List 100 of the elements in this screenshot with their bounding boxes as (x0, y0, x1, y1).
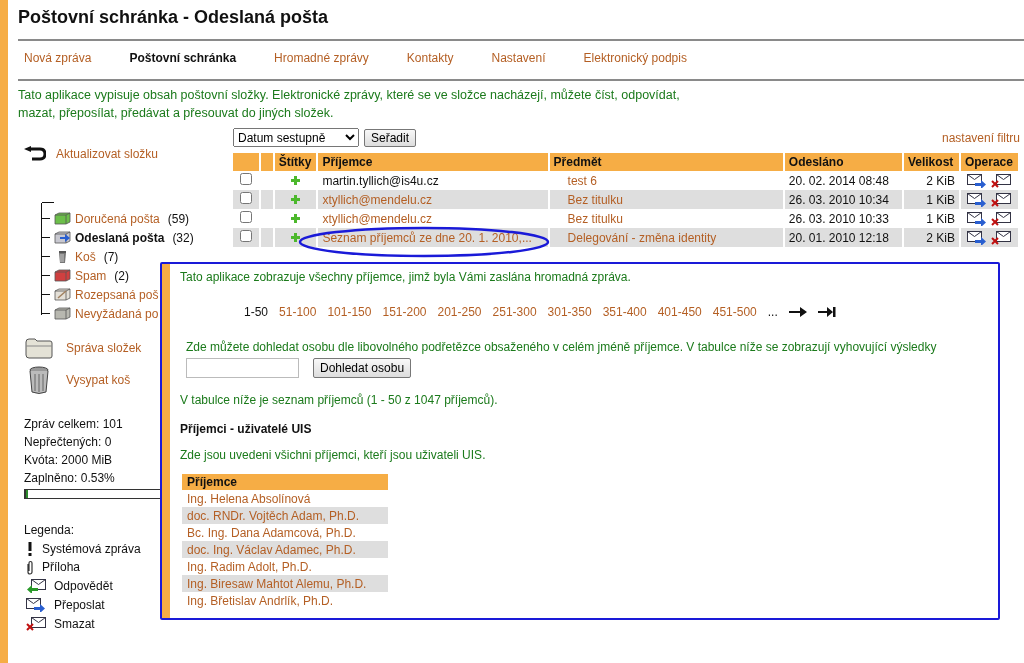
size-cell-text: 2 KiB (925, 172, 956, 190)
nav-link[interactable]: Hromadné zprávy (274, 51, 369, 65)
delete-envelope-icon[interactable] (991, 211, 1012, 226)
legend-label: Systémová zpráva (42, 540, 141, 558)
summary-text: V tabulce níže je seznam příjemců (1 - 50 z 1047 příjemců). (180, 393, 499, 407)
recipient-link[interactable]: Ing. Břetislav Andrlík, Ph.D. (182, 592, 388, 609)
folder-link[interactable]: Odeslaná pošta (75, 230, 165, 245)
folder-icon (24, 337, 54, 359)
legend-label: Smazat (54, 615, 95, 633)
sent-box-icon (54, 231, 71, 244)
search-button[interactable]: Dohledat osobu (313, 358, 412, 378)
nav-link[interactable]: Kontakty (406, 51, 454, 65)
delete-envelope-icon[interactable] (991, 173, 1012, 188)
page-link[interactable]: 101-150 (327, 305, 372, 319)
row-checkbox[interactable] (240, 211, 253, 223)
stat-text: Nepřečtených: 0 (24, 434, 112, 451)
forward-envelope-icon[interactable] (26, 598, 46, 613)
nav-link[interactable]: Elektronický podpis (583, 51, 687, 65)
size-cell: 1 KiB (903, 190, 959, 209)
stat-text: Zpráv celkem: 101 (24, 416, 123, 433)
search-hint: Zde můžete dohledat osobu dle libovolného podřetězce obsaženého v celém jméně příjemce. V tabulce níže se zobrazují vyhovující výsledky (186, 340, 938, 354)
stat-text: Kvóta: 2000 MiB (24, 452, 113, 469)
delete-envelope-icon[interactable] (991, 230, 1012, 245)
recipient-cell-text: martin.tyllich@is4u.cz (321, 172, 440, 190)
folder-link[interactable]: Spam (75, 268, 107, 283)
column-header: Operace (960, 153, 1018, 171)
nav-link[interactable]: Nastavení (491, 51, 546, 65)
page-link[interactable]: 151-200 (382, 305, 427, 319)
drafts-box-icon (54, 288, 71, 301)
page-link[interactable]: 201-250 (437, 305, 482, 319)
pager-ellipsis: ... (767, 305, 778, 319)
recipient-link[interactable]: Ing. Helena Absolínová (182, 490, 388, 507)
exclamation-icon (26, 542, 34, 557)
junk-box-icon (54, 307, 71, 320)
legend-label: Přeposlat (54, 596, 105, 614)
recipient-link[interactable]: Ing. Radim Adolt, Ph.D. (182, 558, 388, 575)
row-checkbox[interactable] (240, 230, 253, 242)
page-link[interactable]: 351-400 (602, 305, 647, 319)
subject-link[interactable]: test 6 (549, 171, 783, 190)
paperclip-icon (26, 560, 34, 576)
plus-icon[interactable] (291, 232, 301, 242)
page-link[interactable]: 301-350 (547, 305, 592, 319)
delete-envelope-icon[interactable] (26, 616, 46, 631)
folder-link[interactable]: Nevyžádaná po (75, 306, 159, 321)
section-note: Zde jsou uvedeni všichni příjemci, kteří jsou uživateli UIS. (180, 448, 487, 462)
recipient-link[interactable]: doc. RNDr. Vojtěch Adam, Ph.D. (182, 507, 388, 524)
stat-text: Zaplněno: 0.53% (24, 470, 115, 487)
delete-envelope-icon[interactable] (991, 192, 1012, 207)
refresh-link[interactable]: Aktualizovat složku (56, 147, 159, 161)
page-title: Poštovní schránka - Odeslaná pošta (18, 7, 330, 28)
recipient-link[interactable]: Ing. Biresaw Mahtot Alemu, Ph.D. (182, 575, 388, 592)
size-cell-text: 1 KiB (925, 210, 956, 228)
forward-envelope-icon[interactable] (967, 230, 988, 245)
column-header: Předmět (549, 153, 783, 171)
subject-link[interactable]: Bez titulku (549, 209, 783, 228)
recipient-cell[interactable]: xtyllich@mendelu.cz (318, 209, 548, 228)
recipient-cell[interactable]: xtyllich@mendelu.cz (318, 190, 548, 209)
folder-link[interactable]: Doručená pošta (75, 211, 160, 226)
column-header: Odesláno (784, 153, 902, 171)
folder-link[interactable]: Rozepsaná poš (75, 287, 159, 302)
date-cell: 20. 01. 2010 12:18 (784, 228, 902, 247)
folder-count: (7) (103, 249, 119, 264)
forward-envelope-icon[interactable] (967, 211, 988, 226)
recipient-link[interactable]: doc. Ing. Václav Adamec, Ph.D. (182, 541, 388, 558)
nav-link[interactable]: Nová zpráva (24, 51, 92, 65)
folder-count: (59) (167, 211, 190, 226)
sort-select[interactable]: Datum sestupně (233, 128, 359, 147)
search-field[interactable] (186, 358, 299, 378)
action-link[interactable]: Správa složek (66, 341, 142, 355)
size-cell: 2 KiB (903, 228, 959, 247)
page-link[interactable]: 401-450 (657, 305, 702, 319)
folder-link[interactable]: Koš (75, 249, 96, 264)
forward-envelope-icon[interactable] (967, 173, 988, 188)
date-cell-text: 26. 03. 2010 10:33 (787, 210, 890, 228)
nav-link[interactable]: Poštovní schránka (129, 51, 237, 65)
reply-envelope-icon (26, 579, 46, 594)
page-link[interactable]: 251-300 (492, 305, 537, 319)
subject-link[interactable]: Bez titulku (549, 190, 783, 209)
intro-text: Tato aplikace vypisuje obsah poštovní složky. Elektronické zprávy, které se ve složce nacházejí, můžete číst, odpovídat, mazat, přeposílat, předávat a přesouvat do jiných složek. (18, 87, 681, 122)
refresh-arrow-icon[interactable] (24, 146, 46, 162)
folder-count: (32) (172, 230, 194, 245)
legend-label: Odpovědět (54, 578, 113, 596)
legend-label: Příloha (42, 559, 81, 577)
page-link[interactable]: 1-50 (244, 305, 269, 319)
subject-link[interactable]: Delegování - změna identity (549, 228, 783, 247)
page-link[interactable]: 51-100 (279, 305, 317, 319)
column-header: Štítky (274, 153, 317, 171)
page-link[interactable]: 451-500 (712, 305, 757, 319)
filter-link[interactable]: nastavení filtru (941, 130, 1020, 145)
next-arrow-icon[interactable] (788, 307, 807, 317)
action-link[interactable]: Vysypat koš (66, 373, 131, 387)
recipient-link[interactable]: Bc. Ing. Dana Adamcová, Ph.D. (182, 524, 388, 541)
forward-envelope-icon[interactable] (967, 192, 988, 207)
row-checkbox[interactable] (240, 192, 253, 204)
panel-intro: Tato aplikace zobrazuje všechny příjemce, jimž byla Vámi zaslána hromadná zpráva. (180, 270, 632, 284)
legend-title: Legenda: (24, 522, 75, 539)
row-checkbox[interactable] (240, 173, 253, 185)
last-arrow-icon[interactable] (817, 307, 836, 317)
sort-button[interactable]: Seřadit (364, 128, 417, 147)
date-cell-text: 20. 02. 2014 08:48 (787, 172, 890, 190)
